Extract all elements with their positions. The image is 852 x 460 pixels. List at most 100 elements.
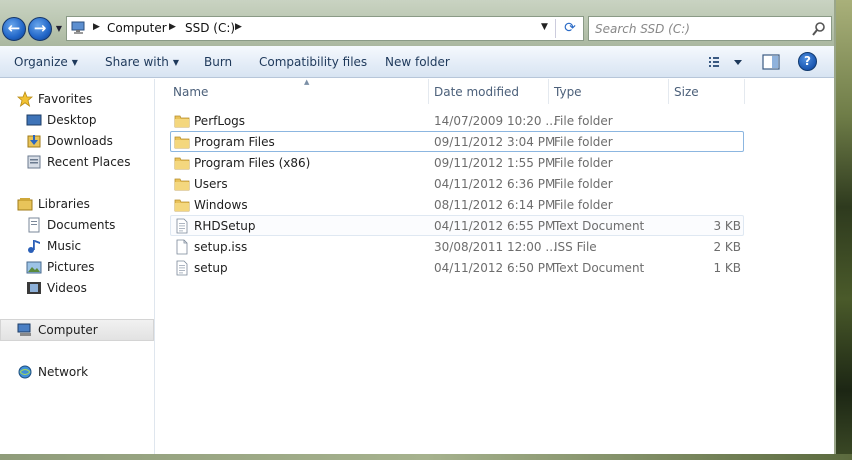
breadcrumb-ssd[interactable]: SSD (C:) bbox=[185, 21, 235, 35]
folder-icon bbox=[174, 134, 190, 150]
file-icon bbox=[174, 239, 190, 255]
nav-videos-label: Videos bbox=[47, 281, 87, 295]
search-icon[interactable] bbox=[811, 21, 827, 37]
organize-button[interactable]: Organize ▼ bbox=[14, 55, 78, 69]
desktop-icon bbox=[26, 114, 42, 126]
file-name: RHDSetup bbox=[194, 219, 256, 233]
file-type: File folder bbox=[554, 114, 613, 128]
star-icon bbox=[17, 91, 33, 107]
file-row[interactable]: setup.iss 30/08/2011 12:00 ... ISS File 2 K… bbox=[170, 236, 744, 257]
file-type: File folder bbox=[554, 198, 613, 212]
search-box[interactable] bbox=[588, 16, 832, 41]
file-date-modified: 04/11/2012 6:36 PM bbox=[434, 177, 556, 191]
recent-pages-dropdown[interactable]: ▼ bbox=[54, 24, 64, 34]
desktop-wallpaper bbox=[836, 0, 852, 460]
file-type: File folder bbox=[554, 156, 613, 170]
file-date-modified: 09/11/2012 3:04 PM bbox=[434, 135, 556, 149]
file-name: Windows bbox=[194, 198, 248, 212]
file-name: Program Files bbox=[194, 135, 275, 149]
file-type: ISS File bbox=[554, 240, 597, 254]
view-options-icon[interactable] bbox=[706, 54, 746, 70]
column-date-modified[interactable]: Date modified bbox=[429, 79, 549, 104]
file-type: Text Document bbox=[554, 261, 645, 275]
downloads-icon bbox=[27, 135, 41, 148]
file-name: setup bbox=[194, 261, 228, 275]
organize-label: Organize bbox=[14, 55, 68, 69]
nav-favorites-label: Favorites bbox=[38, 92, 93, 106]
file-size: 3 KB bbox=[713, 219, 741, 233]
share-with-button[interactable]: Share with ▼ bbox=[105, 55, 179, 69]
nav-documents-label: Documents bbox=[47, 218, 116, 232]
chevron-down-icon: ▼ bbox=[172, 58, 180, 67]
file-name: Users bbox=[194, 177, 228, 191]
sort-ascending-icon: ▲ bbox=[304, 78, 310, 86]
file-name: setup.iss bbox=[194, 240, 248, 254]
file-name: Program Files (x86) bbox=[194, 156, 311, 170]
address-box[interactable]: ▶ Computer ▶ SSD (C:) ▶ ▼ ⟳ bbox=[66, 16, 584, 41]
explorer-window: ← → ▼ ▶ Computer ▶ SSD (C:) ▶ ▼ ⟳ Search… bbox=[0, 0, 836, 454]
file-row[interactable]: setup 04/11/2012 6:50 PM Text Document 1 KB bbox=[170, 257, 744, 278]
computer-icon bbox=[71, 21, 85, 34]
nav-downloads-label: Downloads bbox=[47, 134, 113, 148]
column-name-label: Name bbox=[173, 85, 209, 99]
column-size[interactable]: Size bbox=[669, 79, 745, 104]
breadcrumb-arrow-icon[interactable]: ▶ bbox=[235, 22, 242, 32]
folder-icon bbox=[174, 113, 190, 129]
text-document-icon bbox=[174, 260, 190, 276]
breadcrumb-arrow-icon[interactable]: ▶ bbox=[169, 22, 176, 32]
file-date-modified: 04/11/2012 6:50 PM bbox=[434, 261, 556, 275]
column-header: Name ▲ Date modified Type Size bbox=[156, 78, 836, 104]
file-type: File folder bbox=[554, 177, 613, 191]
compatibility-files-button[interactable]: Compatibility files bbox=[259, 55, 367, 69]
command-bar: Organize ▼ Share with ▼ Burn Compatibility… bbox=[0, 46, 836, 78]
file-date-modified: 04/11/2012 6:55 PM bbox=[434, 219, 556, 233]
help-button[interactable]: ? bbox=[798, 52, 817, 71]
column-type[interactable]: Type bbox=[549, 79, 669, 104]
breadcrumb-arrow-icon[interactable]: ▶ bbox=[93, 22, 100, 32]
network-icon bbox=[18, 365, 32, 379]
file-row[interactable]: RHDSetup 04/11/2012 6:55 PM Text Document 3… bbox=[170, 215, 744, 236]
file-size: 2 KB bbox=[713, 240, 741, 254]
file-row[interactable]: Windows 08/11/2012 6:14 PM File folder bbox=[170, 194, 744, 215]
share-with-label: Share with bbox=[105, 55, 169, 69]
breadcrumb-computer[interactable]: Computer bbox=[107, 21, 167, 35]
pictures-icon bbox=[26, 261, 42, 274]
new-folder-button[interactable]: New folder bbox=[385, 55, 450, 69]
preview-pane-icon[interactable] bbox=[762, 54, 780, 70]
file-size: 1 KB bbox=[713, 261, 741, 275]
address-bar-area: ← → ▼ ▶ Computer ▶ SSD (C:) ▶ ▼ ⟳ bbox=[0, 0, 836, 46]
file-row[interactable]: Program Files 09/11/2012 3:04 PM File fold… bbox=[170, 131, 744, 152]
music-icon bbox=[28, 240, 40, 253]
recent-places-icon bbox=[27, 155, 41, 169]
burn-button[interactable]: Burn bbox=[204, 55, 232, 69]
file-name: PerfLogs bbox=[194, 114, 246, 128]
folder-icon bbox=[174, 155, 190, 171]
window-frame-right bbox=[834, 0, 836, 454]
column-date-label: Date modified bbox=[434, 85, 520, 99]
folder-icon bbox=[174, 197, 190, 213]
documents-icon bbox=[28, 217, 40, 233]
refresh-button[interactable]: ⟳ bbox=[561, 19, 579, 37]
file-date-modified: 08/11/2012 6:14 PM bbox=[434, 198, 556, 212]
file-type: Text Document bbox=[554, 219, 645, 233]
file-list: PerfLogs 14/07/2009 10:20 ... File folder P… bbox=[156, 110, 836, 454]
forward-button[interactable]: → bbox=[28, 17, 52, 41]
column-name[interactable]: Name ▲ bbox=[168, 78, 429, 104]
file-row[interactable]: Users 04/11/2012 6:36 PM File folder bbox=[170, 173, 744, 194]
nav-network-label: Network bbox=[38, 365, 89, 379]
column-type-label: Type bbox=[554, 85, 582, 99]
computer-icon bbox=[17, 323, 31, 336]
nav-recent-places-label: Recent Places bbox=[47, 155, 131, 169]
library-icon bbox=[17, 198, 33, 211]
file-row[interactable]: Program Files (x86) 09/11/2012 1:55 PM Fil… bbox=[170, 152, 744, 173]
address-dropdown-icon[interactable]: ▼ bbox=[541, 22, 548, 32]
videos-icon bbox=[27, 282, 41, 294]
nav-music-label: Music bbox=[47, 239, 82, 253]
column-size-label: Size bbox=[674, 85, 699, 99]
search-input[interactable] bbox=[595, 20, 805, 37]
nav-pictures-label: Pictures bbox=[47, 260, 95, 274]
back-button[interactable]: ← bbox=[2, 17, 26, 41]
window-frame-bottom bbox=[0, 454, 852, 460]
file-row[interactable]: PerfLogs 14/07/2009 10:20 ... File folder bbox=[170, 110, 744, 131]
file-date-modified: 09/11/2012 1:55 PM bbox=[434, 156, 556, 170]
